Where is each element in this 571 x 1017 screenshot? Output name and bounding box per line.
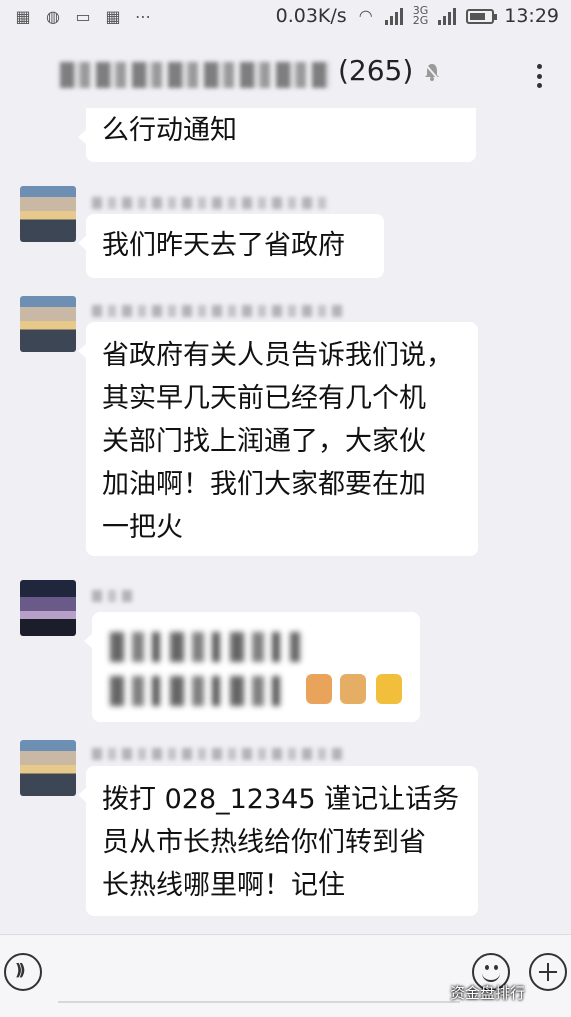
message-bubble[interactable]: 我们昨天去了省政府 bbox=[78, 214, 384, 278]
net-speed: 0.03K/s bbox=[275, 5, 347, 27]
avatar[interactable] bbox=[20, 186, 76, 242]
sender-name-redacted bbox=[92, 590, 132, 602]
message-line: 拨打 028_12345 谨记让话务 bbox=[102, 784, 460, 815]
notification-icon: ▭ bbox=[75, 7, 91, 26]
chat-header: (265) bbox=[0, 40, 571, 108]
qr-scan-icon: ▦ bbox=[15, 7, 31, 26]
group-name-redacted bbox=[60, 62, 330, 88]
thumbs-up-emoji-icon bbox=[306, 674, 332, 704]
status-bar: ▦ ◍ ▭ ▦ ⋯ 0.03K/s ◠ 3G 2G 13:29 bbox=[0, 0, 571, 40]
message-bubble[interactable]: 省政府有关人员告诉我们说， 其实早几天前已经有几个机 关部门找上润通了，大家伙 … bbox=[78, 322, 478, 556]
redacted-text bbox=[110, 632, 300, 662]
sender-name-redacted bbox=[92, 748, 342, 760]
message-line: 一把火 bbox=[102, 512, 183, 543]
avatar[interactable] bbox=[20, 580, 76, 636]
battery-icon bbox=[466, 8, 498, 24]
wifi-icon: ◠ bbox=[358, 6, 373, 25]
redacted-text bbox=[110, 676, 290, 706]
signal-icon-2 bbox=[438, 7, 457, 25]
input-bar bbox=[0, 934, 571, 1017]
message-text: 么行动通知 bbox=[102, 115, 237, 146]
watermark: 资金盘排行 bbox=[450, 984, 526, 1002]
sender-name-redacted bbox=[92, 305, 342, 317]
more-actions-button[interactable] bbox=[529, 953, 567, 991]
avatar[interactable] bbox=[20, 740, 76, 796]
thumbs-up-emoji-icon bbox=[376, 674, 402, 704]
compass-icon: ◍ bbox=[46, 7, 60, 26]
voice-input-button[interactable] bbox=[4, 953, 42, 991]
message-line: 长热线哪里啊！记住 bbox=[102, 870, 345, 901]
sender-name-redacted bbox=[92, 197, 332, 209]
message-bubble[interactable]: 么行动通知 bbox=[78, 108, 476, 162]
message-line: 其实早几天前已经有几个机 bbox=[102, 383, 426, 414]
menu-icon: ⋯ bbox=[135, 7, 151, 26]
message-line: 省政府有关人员告诉我们说， bbox=[102, 340, 453, 371]
thumbs-up-emoji-icon bbox=[340, 674, 366, 704]
clock: 13:29 bbox=[504, 5, 559, 27]
message-text: 我们昨天去了省政府 bbox=[102, 230, 345, 261]
signal-icon bbox=[384, 7, 403, 25]
mute-bell-icon bbox=[424, 63, 440, 81]
message-line: 关部门找上润通了，大家伙 bbox=[102, 426, 426, 457]
more-options-icon[interactable] bbox=[537, 64, 543, 88]
message-line: 员从市长热线给你们转到省 bbox=[102, 827, 426, 858]
network-type: 3G 2G bbox=[412, 4, 429, 27]
message-bubble[interactable]: 拨打 028_12345 谨记让话务 员从市长热线给你们转到省 长热线哪里啊！记… bbox=[78, 766, 478, 916]
qr-scan-icon-2: ▦ bbox=[105, 7, 121, 26]
avatar[interactable] bbox=[20, 296, 76, 352]
message-line: 加油啊！我们大家都要在加 bbox=[102, 469, 426, 500]
message-input[interactable] bbox=[58, 945, 460, 1003]
group-member-count: (265) bbox=[338, 54, 414, 87]
